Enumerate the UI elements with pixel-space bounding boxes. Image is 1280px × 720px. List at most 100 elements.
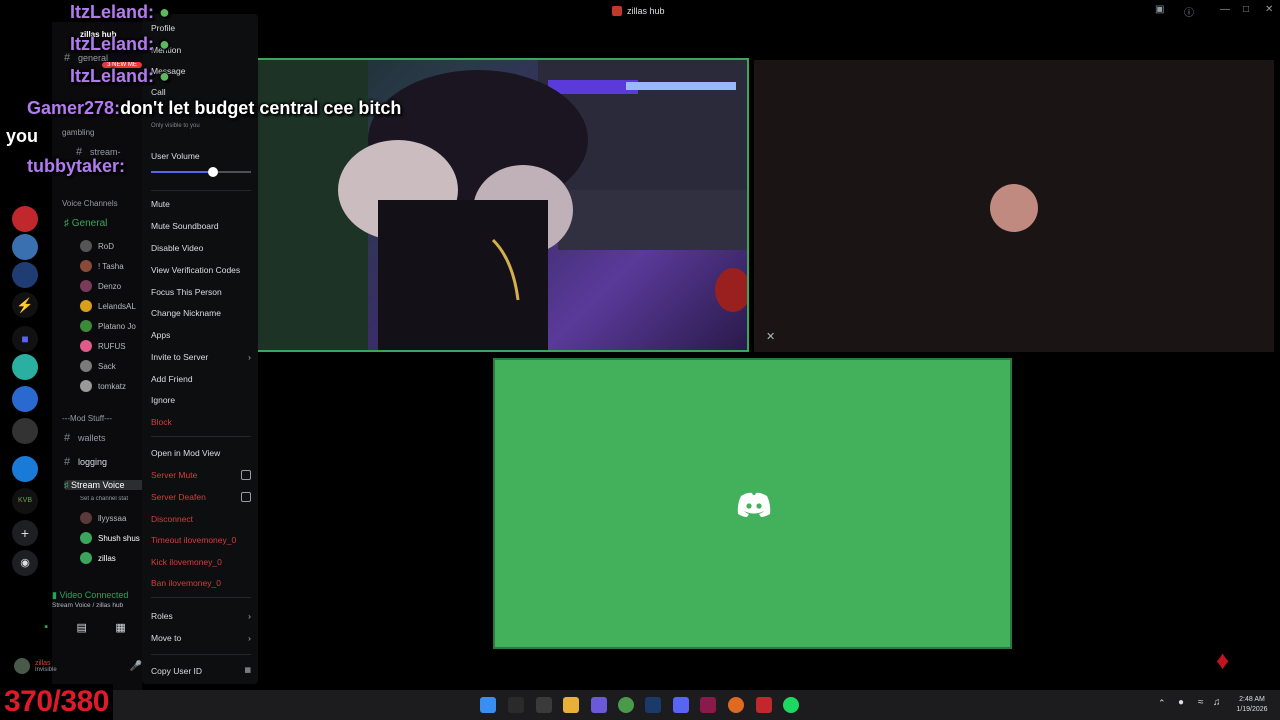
settings-icon[interactable]	[536, 697, 552, 713]
wifi-icon[interactable]: ≈	[1198, 697, 1204, 708]
menu-item-ignore[interactable]: Ignore	[151, 392, 255, 408]
video-tile-green[interactable]	[493, 358, 1012, 649]
file-explorer-icon[interactable]	[563, 697, 579, 713]
channel-wallets[interactable]: # wallets	[64, 432, 154, 444]
volume-icon[interactable]: ♫	[1213, 697, 1221, 708]
voice-location[interactable]: Stream Voice / zillas hub	[52, 602, 142, 609]
maximize-icon[interactable]: □	[1243, 4, 1249, 15]
menu-item-mute[interactable]: Mute	[151, 196, 255, 212]
server-icon-avatar[interactable]	[12, 234, 38, 260]
category-mod-stuff[interactable]: ---Mod Stuff---	[62, 414, 152, 423]
voice-user[interactable]: ! Tasha	[80, 260, 124, 272]
checkbox[interactable]	[241, 492, 251, 502]
menu-item-change-nickname[interactable]: Change Nickname	[151, 305, 255, 321]
server-icon-face[interactable]	[12, 386, 38, 412]
menu-item-disable-video[interactable]: Disable Video	[151, 240, 255, 256]
server-icon	[612, 6, 622, 16]
menu-separator	[151, 436, 251, 437]
app-icon[interactable]	[756, 697, 772, 713]
emoji-icon: ●	[159, 66, 170, 86]
menu-item-mute-soundboard[interactable]: Mute Soundboard	[151, 218, 255, 234]
volume-slider-fill	[151, 171, 213, 173]
screen-share-icon[interactable]: ▤	[77, 621, 87, 634]
tray-microphone-icon[interactable]: ●	[1178, 697, 1184, 708]
menu-item-move-to[interactable]: Move to ›	[151, 630, 255, 646]
volume-slider-handle[interactable]	[208, 167, 218, 177]
avatar[interactable]	[14, 658, 30, 674]
server-icon-mask[interactable]	[12, 418, 38, 444]
avatar	[80, 280, 92, 292]
username: zillas	[35, 659, 51, 667]
app-icon[interactable]	[591, 697, 607, 713]
menu-item-add-friend[interactable]: Add Friend	[151, 371, 255, 387]
menu-item-view-verification[interactable]: View Verification Codes	[151, 262, 255, 278]
camera-icon[interactable]: ▪	[44, 621, 48, 633]
server-icon-teal[interactable]	[12, 354, 38, 380]
category-voice-channels[interactable]: Voice Channels	[62, 199, 152, 208]
channel-logging[interactable]: # logging	[64, 456, 154, 468]
app-icon[interactable]	[508, 697, 524, 713]
chat-message: you	[6, 126, 39, 146]
discover-icon[interactable]: ◉	[12, 550, 38, 576]
steam-icon[interactable]	[645, 697, 661, 713]
voice-user[interactable]: LelandsAL	[80, 300, 136, 312]
server-icon-kvb[interactable]: KVB	[12, 488, 38, 514]
inbox-icon[interactable]: ▣	[1155, 4, 1164, 15]
menu-item-block[interactable]: Block	[151, 414, 255, 430]
menu-item-kick[interactable]: Kick ilovemoney_0	[151, 554, 255, 570]
category-gambling[interactable]: gambling	[62, 128, 152, 137]
chrome-icon[interactable]	[618, 697, 634, 713]
tray-chevron-icon[interactable]: ⌃	[1158, 698, 1166, 709]
menu-item-invite-server[interactable]: Invite to Server ›	[151, 349, 255, 365]
add-server-icon[interactable]: +	[12, 520, 38, 546]
app-icon[interactable]	[700, 697, 716, 713]
voice-user[interactable]: llyyssaa	[80, 512, 126, 524]
help-icon[interactable]: ⓘ	[1184, 4, 1194, 19]
counter-overlay: 370/380	[0, 684, 113, 720]
folder-icon[interactable]: ■	[12, 326, 38, 352]
activities-icon[interactable]: ▦	[115, 621, 125, 634]
chat-message: ItzLeland: ●	[70, 66, 170, 86]
menu-item-server-deafen[interactable]: Server Deafen	[151, 489, 255, 505]
voice-user[interactable]: Shush shus	[80, 532, 140, 544]
checkbox[interactable]	[241, 470, 251, 480]
menu-item-apps[interactable]: Apps	[151, 327, 255, 343]
spotify-icon[interactable]	[783, 697, 799, 713]
server-icon-dollar[interactable]	[12, 456, 38, 482]
user-panel: zillas Invisible 🎤	[14, 656, 142, 676]
lightning-icon[interactable]: ⚡	[12, 292, 38, 318]
close-icon[interactable]: ✕	[1265, 4, 1273, 15]
voice-user[interactable]: RUFUS	[80, 340, 126, 352]
voice-user[interactable]: tomkatz	[80, 380, 126, 392]
avatar	[80, 320, 92, 332]
microphone-icon[interactable]: 🎤	[130, 661, 142, 672]
voice-user[interactable]: zillas	[80, 552, 116, 564]
menu-item-timeout[interactable]: Timeout ilovemoney_0	[151, 532, 255, 548]
windows-start-icon[interactable]	[480, 697, 496, 713]
discord-icon[interactable]	[673, 697, 689, 713]
voice-channel-general[interactable]: ♯ General	[64, 218, 154, 229]
server-icon-bmw[interactable]	[12, 206, 38, 232]
menu-item-disconnect[interactable]: Disconnect	[151, 511, 255, 527]
menu-item-copy-user-id[interactable]: Copy User ID ▦	[151, 663, 255, 679]
emoji-icon: ●	[159, 2, 170, 22]
voice-user[interactable]: Sack	[80, 360, 116, 372]
menu-item-roles[interactable]: Roles ›	[151, 608, 255, 624]
menu-item-focus-person[interactable]: Focus This Person	[151, 284, 255, 300]
menu-item-open-mod-view[interactable]: Open in Mod View	[151, 445, 255, 461]
clock[interactable]: 2:48 AM 1/19/2026	[1230, 695, 1274, 715]
window-title: zillas hub	[612, 2, 665, 20]
volume-slider[interactable]	[151, 167, 251, 177]
voice-user[interactable]: Denzo	[80, 280, 121, 292]
browser-icon[interactable]	[728, 697, 744, 713]
minimize-icon[interactable]: —	[1220, 4, 1230, 15]
menu-item-ban[interactable]: Ban ilovemoney_0	[151, 575, 255, 591]
voice-user[interactable]: Platano Jo	[80, 320, 136, 332]
voice-user[interactable]: RoD	[80, 240, 114, 252]
voice-channel-stream-voice[interactable]: ♯ Stream Voice	[64, 480, 154, 490]
menu-item-server-mute[interactable]: Server Mute	[151, 467, 255, 483]
user-volume-label: User Volume	[151, 151, 200, 161]
chat-message: Gamer278:don't let budget central cee bi…	[27, 98, 402, 118]
video-tile-right[interactable]: ✕	[754, 60, 1274, 352]
server-icon-game[interactable]	[12, 262, 38, 288]
